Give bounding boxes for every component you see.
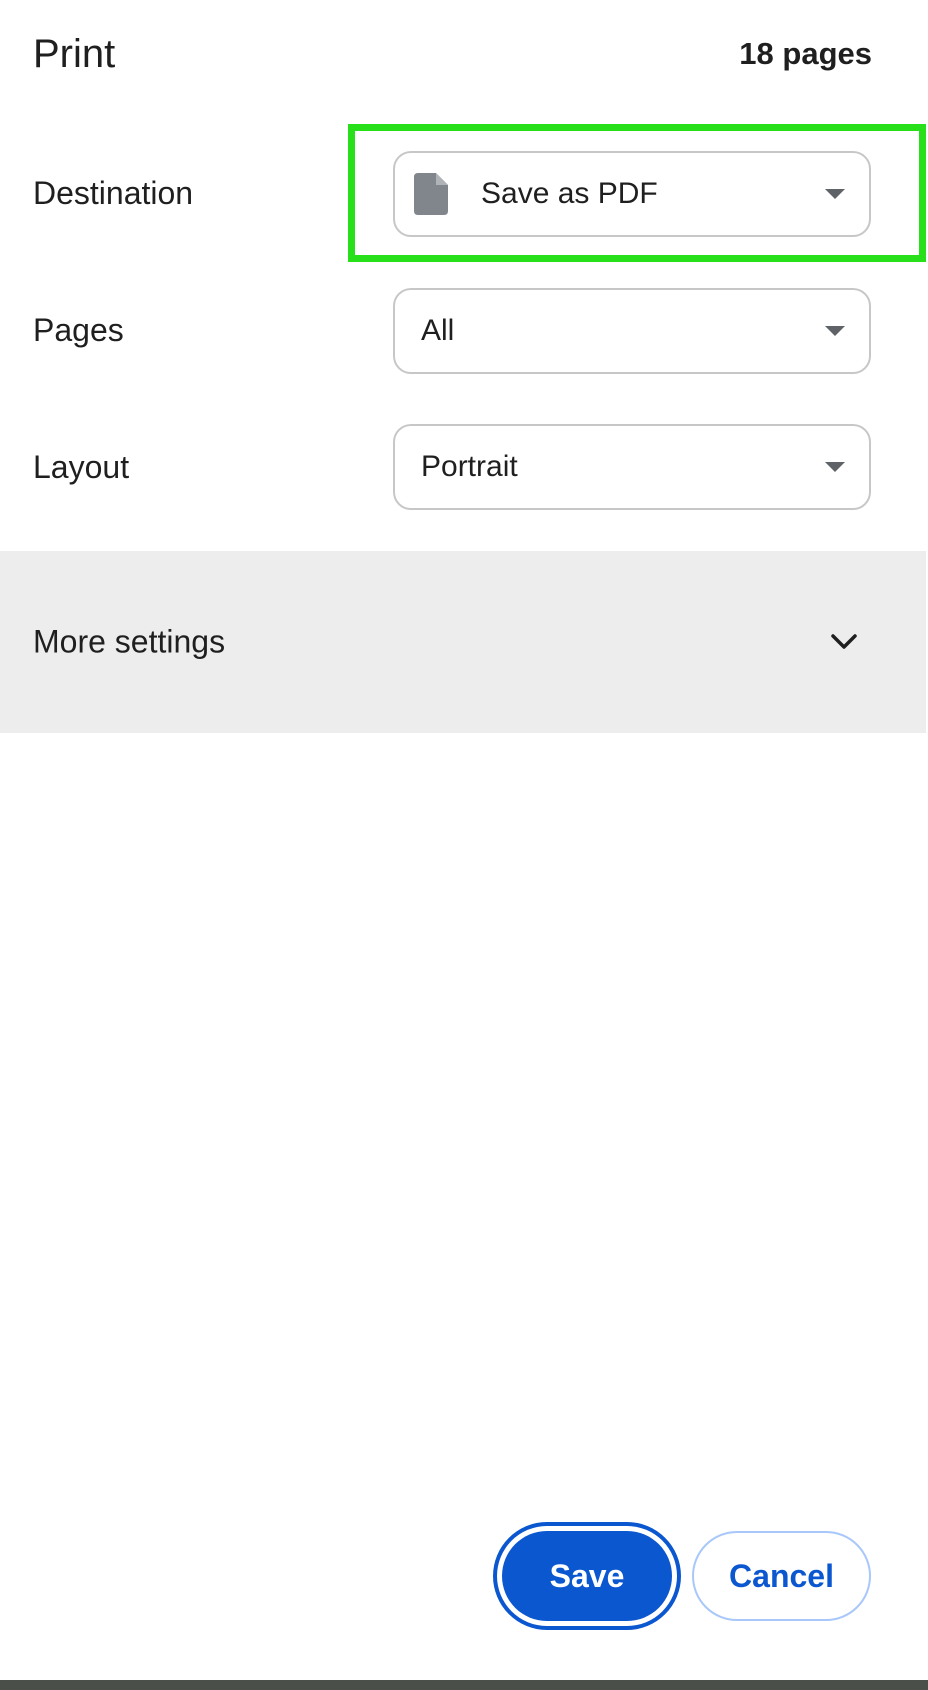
- pages-value: All: [421, 314, 455, 347]
- layout-select[interactable]: Portrait: [393, 424, 871, 510]
- page-count: 18 pages: [739, 36, 872, 71]
- pages-label: Pages: [33, 312, 124, 348]
- dropdown-arrow-icon: [825, 462, 845, 472]
- dropdown-arrow-icon: [825, 189, 845, 199]
- destination-label: Destination: [33, 175, 194, 211]
- pages-select[interactable]: All: [393, 288, 871, 374]
- layout-value: Portrait: [421, 450, 518, 483]
- layout-label: Layout: [33, 449, 130, 485]
- chevron-down-icon: [831, 634, 857, 649]
- more-settings-label: More settings: [33, 623, 226, 660]
- print-dialog: Print 18 pages Destination Save as PDF P…: [0, 0, 926, 1680]
- more-settings-toggle[interactable]: More settings: [0, 551, 926, 733]
- cancel-button[interactable]: Cancel: [692, 1531, 871, 1621]
- file-icon: [414, 173, 448, 215]
- destination-select[interactable]: Save as PDF: [393, 151, 871, 237]
- destination-value: Save as PDF: [481, 177, 658, 210]
- dialog-title: Print: [33, 32, 116, 76]
- background-strip: [0, 1680, 928, 1690]
- save-button[interactable]: Save: [502, 1531, 672, 1621]
- dropdown-arrow-icon: [825, 326, 845, 336]
